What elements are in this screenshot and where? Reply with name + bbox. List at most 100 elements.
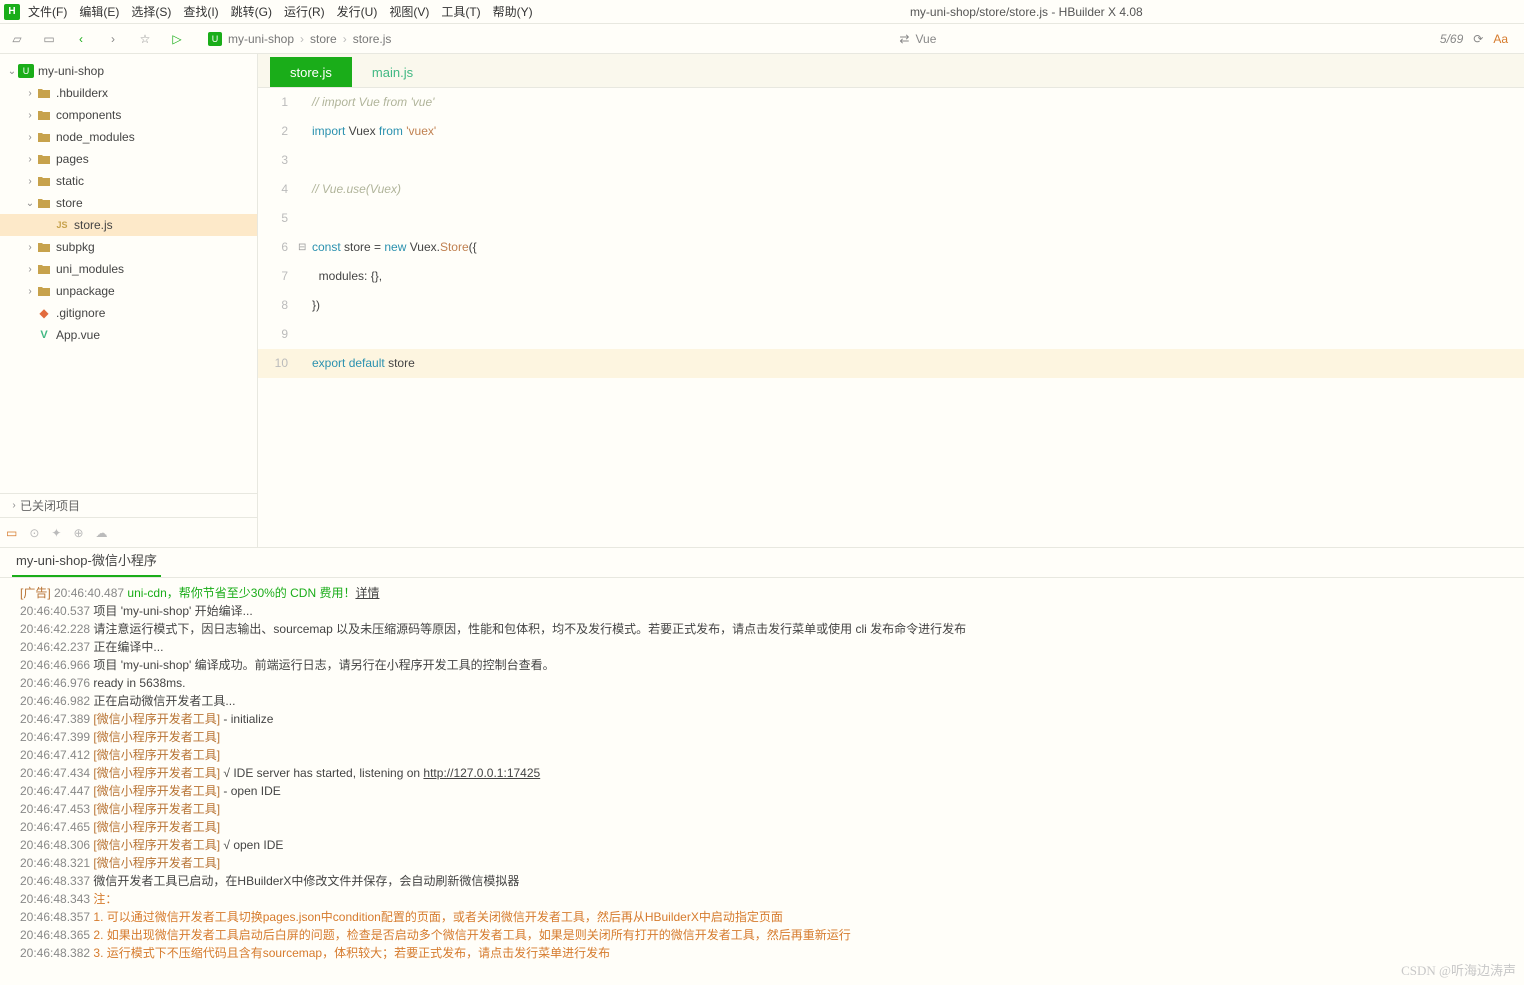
- fold-icon[interactable]: ⊟: [298, 233, 312, 262]
- closed-projects-label: 已关闭项目: [20, 497, 80, 514]
- console-line: 20:46:48.337 微信开发者工具已启动，在HBuilderX中修改文件并…: [20, 872, 1504, 890]
- window-title: my-uni-shop/store/store.js - HBuilder X …: [533, 5, 1520, 19]
- tree-item-components[interactable]: ›components: [0, 104, 257, 126]
- code-line[interactable]: 2import Vuex from 'vuex': [258, 117, 1524, 146]
- fold-icon[interactable]: [298, 320, 312, 349]
- console-line: 20:46:47.412 [微信小程序开发者工具]: [20, 746, 1504, 764]
- console-line: 20:46:42.237 正在编译中...: [20, 638, 1504, 656]
- menu-group: 文件(F) 编辑(E) 选择(S) 查找(I) 跳转(G) 运行(R) 发行(U) 视图(V)…: [28, 3, 533, 20]
- menu-item[interactable]: 帮助(Y): [493, 3, 533, 20]
- app-icon: H: [4, 4, 20, 20]
- fold-icon[interactable]: [298, 204, 312, 233]
- menu-item[interactable]: 运行(R): [284, 3, 325, 20]
- tree-item-App.vue[interactable]: VApp.vue: [0, 324, 257, 346]
- console-output[interactable]: [广告] 20:46:40.487 uni-cdn，帮你节省至少30%的 CDN…: [0, 578, 1524, 985]
- chevron-icon: ⌄: [24, 198, 36, 209]
- console-link[interactable]: http://127.0.0.1:17425: [423, 766, 540, 780]
- menu-item[interactable]: 文件(F): [28, 3, 67, 20]
- breadcrumb-item[interactable]: my-uni-shop: [228, 32, 294, 46]
- code-line[interactable]: 1// import Vue from 'vue': [258, 88, 1524, 117]
- fold-icon[interactable]: [298, 175, 312, 204]
- code-text: const store = new Vuex.Store({: [312, 233, 477, 262]
- forward-icon[interactable]: ›: [104, 30, 122, 48]
- menu-item[interactable]: 发行(U): [337, 3, 378, 20]
- tree-item-node_modules[interactable]: ›node_modules: [0, 126, 257, 148]
- chevron-right-icon: ›: [300, 32, 304, 46]
- console-tab[interactable]: my-uni-shop-微信小程序: [12, 544, 161, 577]
- search-input[interactable]: Vue: [915, 32, 936, 46]
- git-icon: ◆: [36, 306, 52, 320]
- search-box[interactable]: ⇄ Vue: [899, 32, 1425, 46]
- console-line: 20:46:48.343 注：: [20, 890, 1504, 908]
- footer-icon[interactable]: ☁: [96, 526, 108, 540]
- chevron-down-icon: ⌄: [6, 66, 18, 77]
- line-number: 6: [258, 233, 298, 262]
- code-line[interactable]: 7 modules: {},: [258, 262, 1524, 291]
- editor-tabs: store.jsmain.js: [258, 54, 1524, 88]
- line-number: 7: [258, 262, 298, 291]
- tree-item-unpackage[interactable]: ›unpackage: [0, 280, 257, 302]
- tree-label: store: [56, 196, 83, 210]
- tree-item-uni_modules[interactable]: ›uni_modules: [0, 258, 257, 280]
- editor-tab[interactable]: store.js: [270, 57, 352, 87]
- footer-icon[interactable]: ⊙: [29, 526, 39, 540]
- star-icon[interactable]: ☆: [136, 30, 154, 48]
- menu-item[interactable]: 工具(T): [441, 3, 480, 20]
- menu-item[interactable]: 查找(I): [183, 3, 218, 20]
- fold-icon[interactable]: [298, 117, 312, 146]
- breadcrumb-item[interactable]: store.js: [353, 32, 392, 46]
- run-icon[interactable]: ▷: [168, 30, 186, 48]
- code-line[interactable]: 4// Vue.use(Vuex): [258, 175, 1524, 204]
- tree-item-subpkg[interactable]: ›subpkg: [0, 236, 257, 258]
- code-text: modules: {},: [312, 262, 382, 291]
- chevron-right-icon: ›: [8, 500, 20, 511]
- new-file-icon[interactable]: ▱: [8, 30, 26, 48]
- chevron-icon: ›: [24, 110, 36, 121]
- tree-label: store.js: [74, 218, 113, 232]
- footer-icon[interactable]: ✦: [51, 526, 61, 540]
- menu-item[interactable]: 编辑(E): [79, 3, 119, 20]
- code-line[interactable]: 10export default store: [258, 349, 1524, 378]
- editor-tab[interactable]: main.js: [352, 57, 433, 87]
- tree-project-root[interactable]: ⌄ U my-uni-shop: [0, 60, 257, 82]
- folder-icon: [36, 86, 52, 100]
- folder-icon: [36, 130, 52, 144]
- code-editor[interactable]: 1// import Vue from 'vue'2import Vuex fr…: [258, 88, 1524, 547]
- tree-item-.hbuilderx[interactable]: ›.hbuilderx: [0, 82, 257, 104]
- tree-item-.gitignore[interactable]: ◆.gitignore: [0, 302, 257, 324]
- sync-icon[interactable]: ⟳: [1473, 32, 1483, 46]
- fold-icon[interactable]: [298, 291, 312, 320]
- fold-icon[interactable]: [298, 349, 312, 378]
- closed-projects-section[interactable]: › 已关闭项目: [0, 493, 257, 517]
- code-text: // import Vue from 'vue': [312, 88, 434, 117]
- console-line: 20:46:47.453 [微信小程序开发者工具]: [20, 800, 1504, 818]
- code-line[interactable]: 8}): [258, 291, 1524, 320]
- console-link[interactable]: 详情: [355, 586, 379, 600]
- tree-item-pages[interactable]: ›pages: [0, 148, 257, 170]
- footer-icon[interactable]: ⊕: [73, 526, 83, 540]
- code-line[interactable]: 6⊟const store = new Vuex.Store({: [258, 233, 1524, 262]
- line-number: 5: [258, 204, 298, 233]
- back-icon[interactable]: ‹: [72, 30, 90, 48]
- breadcrumb-item[interactable]: store: [310, 32, 337, 46]
- code-line[interactable]: 3: [258, 146, 1524, 175]
- console-line: 20:46:46.982 正在启动微信开发者工具...: [20, 692, 1504, 710]
- folder-icon: [36, 108, 52, 122]
- code-line[interactable]: 5: [258, 204, 1524, 233]
- tree-item-store.js[interactable]: JSstore.js: [0, 214, 257, 236]
- tree-item-static[interactable]: ›static: [0, 170, 257, 192]
- fold-icon[interactable]: [298, 88, 312, 117]
- fold-icon[interactable]: [298, 146, 312, 175]
- console-line: 20:46:47.465 [微信小程序开发者工具]: [20, 818, 1504, 836]
- tree-label: node_modules: [56, 130, 135, 144]
- footer-icon[interactable]: ▭: [6, 526, 17, 540]
- tree-item-store[interactable]: ⌄ store: [0, 192, 257, 214]
- line-number: 8: [258, 291, 298, 320]
- save-icon[interactable]: ▭: [40, 30, 58, 48]
- code-line[interactable]: 9: [258, 320, 1524, 349]
- menu-item[interactable]: 跳转(G): [231, 3, 272, 20]
- menu-item[interactable]: 视图(V): [389, 3, 429, 20]
- menu-item[interactable]: 选择(S): [131, 3, 171, 20]
- fold-icon[interactable]: [298, 262, 312, 291]
- case-icon[interactable]: Aa: [1493, 32, 1508, 46]
